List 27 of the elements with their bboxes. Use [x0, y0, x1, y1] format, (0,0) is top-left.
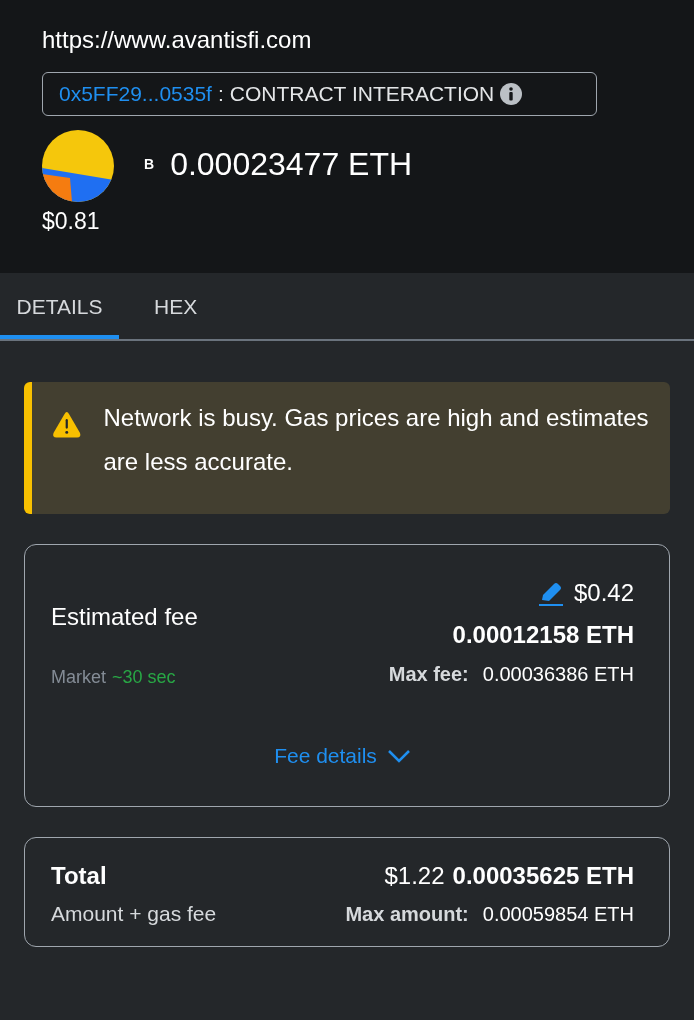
total-label: Total: [51, 862, 108, 890]
info-icon[interactable]: [500, 83, 523, 105]
chevron-down-icon: [386, 749, 411, 763]
max-fee-value: 0.00036386 ETH: [482, 663, 634, 686]
separator: :: [217, 82, 224, 106]
total-fiat: $1.22: [384, 862, 445, 890]
speed-label: Market: [51, 667, 106, 688]
total-sublabel: Amount + gas fee: [51, 902, 217, 926]
max-amount-label: Max amount:: [345, 903, 469, 926]
fiat-amount: $0.81: [42, 208, 100, 235]
edit-icon[interactable]: [537, 580, 564, 606]
total-eth: 0.00035625 ETH: [452, 862, 634, 890]
tab[interactable]: HEX: [134, 273, 218, 339]
token-symbol: B: [144, 156, 155, 172]
fee-eth: 0.00012158 ETH: [452, 621, 634, 649]
contract-address-link[interactable]: 0x5FF29...0535f: [59, 82, 212, 106]
fee-details-link[interactable]: Fee details: [274, 744, 411, 768]
time-estimate: ~30 sec: [112, 667, 176, 688]
eth-amount: 0.00023477 ETH: [170, 146, 413, 183]
warning-message: Network is busy. Gas prices are high and estimates are less accurate.: [103, 403, 650, 477]
fee-label: Estimated fee: [51, 603, 198, 631]
tab[interactable]: DETAILS: [0, 273, 119, 339]
fee-fiat: $0.42: [573, 579, 634, 607]
max-fee-label: Max fee:: [388, 663, 469, 686]
max-amount-value: 0.00059854 ETH: [482, 903, 634, 926]
contract-interaction-label: CONTRACT INTERACTION: [229, 82, 495, 106]
site-url: https://www.avantisfi.com: [42, 26, 312, 54]
